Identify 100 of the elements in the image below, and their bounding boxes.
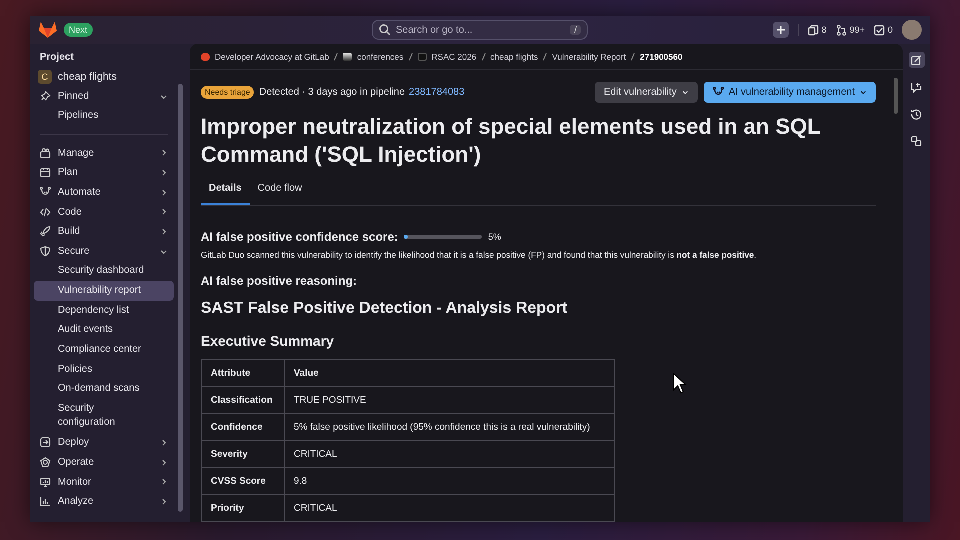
chevron-right-icon: [160, 478, 168, 486]
code-icon: [40, 206, 51, 218]
chevron-right-icon: [160, 208, 168, 216]
pin-icon: [40, 91, 51, 102]
sidebar-subitem[interactable]: Compliance center: [34, 340, 154, 360]
user-avatar[interactable]: [902, 20, 922, 40]
shield-icon: [40, 246, 51, 258]
search-field[interactable]: Search or go to... /: [372, 20, 588, 40]
chevron-right-icon: [160, 438, 168, 447]
sidebar-item[interactable]: Manage: [34, 143, 174, 164]
ai-management-dropdown[interactable]: AI vulnerability management: [704, 82, 876, 103]
table-cell: Severity: [202, 440, 284, 468]
table-cell: Confidence: [202, 414, 284, 440]
breadcrumb-link[interactable]: cheap flights: [490, 52, 538, 62]
breadcrumb-link[interactable]: RSAC 2026: [432, 52, 477, 62]
detected-text: Detected · 3 days ago in pipeline: [259, 87, 406, 98]
project-avatar: C: [38, 70, 52, 84]
sidebar-subitem[interactable]: Security configuration: [34, 399, 154, 433]
sidebar-item[interactable]: Operate: [34, 452, 174, 472]
breadcrumb-separator-icon: [334, 52, 338, 60]
search-input[interactable]: Search or go to...: [396, 24, 566, 36]
chevron-right-icon: [160, 149, 168, 158]
sidebar-item[interactable]: Automate: [34, 182, 174, 202]
breadcrumb-link[interactable]: conferences: [357, 52, 404, 62]
briefcase-icon: [40, 148, 51, 159]
sidebar-item[interactable]: Build: [34, 222, 174, 242]
sidebar-heading: Project: [39, 51, 75, 65]
sidebar-item[interactable]: Analyze: [34, 492, 174, 512]
edit-dropdown[interactable]: Edit vulnerability: [595, 82, 698, 103]
project-avatar-icon: [418, 52, 427, 60]
chevron-right-icon: [160, 228, 168, 236]
issues-icon: [808, 24, 819, 36]
chevron-right-icon: [160, 168, 168, 177]
table-cell: CRITICAL: [284, 440, 614, 468]
breadcrumb-link[interactable]: Vulnerability Report: [552, 52, 626, 62]
report-heading: SAST False Positive Detection - Analysis Report: [201, 300, 569, 318]
sidebar-item[interactable]: Code: [34, 202, 174, 222]
sidebar-subitem[interactable]: Vulnerability report: [34, 281, 174, 301]
sidebar-item[interactable]: Monitor: [34, 472, 174, 492]
scrollbar-thumb[interactable]: [178, 84, 183, 512]
scrollbar-thumb[interactable]: [894, 78, 898, 114]
sidebar-subitem[interactable]: Audit events: [34, 320, 154, 340]
sidebar-item[interactable]: Plan: [34, 163, 174, 183]
tab[interactable]: Code flow: [250, 177, 310, 205]
issues-button[interactable]: 8: [808, 24, 827, 36]
sidebar-item[interactable]: Deploy: [34, 433, 174, 453]
mouse-pointer-icon: [673, 373, 687, 394]
breadcrumb-link[interactable]: Developer Advocacy at GitLab: [215, 52, 330, 62]
sidebar-subitem[interactable]: Dependency list: [34, 300, 154, 321]
vulnerability-title: Improper neutralization of special elements used in an SQL Command ('SQL Injection'): [201, 113, 822, 169]
plus-icon[interactable]: [772, 22, 789, 38]
search-icon: [379, 24, 391, 36]
status-badge: Needs triage: [201, 86, 254, 99]
breadcrumb-separator-icon: [543, 52, 548, 60]
sidebar-subitem[interactable]: Pipelines: [34, 106, 154, 126]
column-header: Value: [284, 360, 614, 386]
shortcut-key: /: [570, 25, 581, 35]
breadcrumb-separator-icon: [482, 52, 486, 60]
merge-requests-button[interactable]: 99+: [836, 24, 865, 36]
score-label: AI false positive confidence score:: [201, 230, 398, 244]
calendar-icon: [40, 167, 51, 178]
fox-logo-icon[interactable]: [38, 21, 58, 39]
breadcrumb-separator-icon: [408, 52, 413, 60]
chevron-right-icon: [160, 498, 168, 506]
chevron-right-icon: [160, 458, 168, 467]
monitor-icon: [40, 476, 51, 488]
chevron-down-icon: [160, 248, 168, 256]
table-cell: 9.8: [284, 468, 614, 494]
rocket-icon: [40, 226, 51, 238]
merge-request-icon: [836, 24, 847, 36]
todo-button[interactable]: 0: [874, 24, 893, 36]
table-cell: 5% false positive likelihood (95% confidence this is a real vulnerability): [284, 414, 614, 440]
chart-icon: [40, 496, 51, 508]
breadcrumb-separator-icon: [631, 52, 636, 60]
tab[interactable]: Details: [201, 177, 250, 205]
sidebar-item[interactable]: Secure: [34, 242, 174, 262]
deploy-icon: [40, 437, 51, 448]
score-reading: 5%: [488, 232, 502, 242]
pipeline-link[interactable]: 2381784083: [409, 87, 465, 98]
sidebar-subitem[interactable]: Security dashboard: [34, 262, 154, 282]
table-cell: CVSS Score: [202, 468, 284, 494]
breadcrumb-link[interactable]: 271900560: [640, 52, 683, 62]
table-cell: TRUE POSITIVE: [284, 386, 614, 414]
column-header: Attribute: [202, 360, 284, 386]
edit-icon[interactable]: [908, 52, 924, 68]
caret-icon: [682, 89, 689, 96]
chevron-down-icon: [160, 92, 168, 101]
chevron-right-icon: [160, 188, 168, 197]
table-cell: Classification: [202, 386, 284, 414]
next-badge: Next: [64, 23, 93, 37]
table-cell: CRITICAL: [284, 494, 614, 522]
sidebar-subitem[interactable]: Policies: [34, 360, 154, 380]
caret-icon: [860, 89, 867, 96]
todo-icon: [874, 24, 885, 36]
table-cell: Priority: [202, 494, 284, 522]
summary-heading: Executive Summary: [201, 333, 336, 349]
sidebar-item[interactable]: Pinned: [34, 87, 174, 107]
project-link[interactable]: C cheap flights: [34, 67, 174, 87]
group-avatar-icon: [201, 52, 210, 60]
sidebar-subitem[interactable]: On-demand scans: [34, 380, 154, 400]
